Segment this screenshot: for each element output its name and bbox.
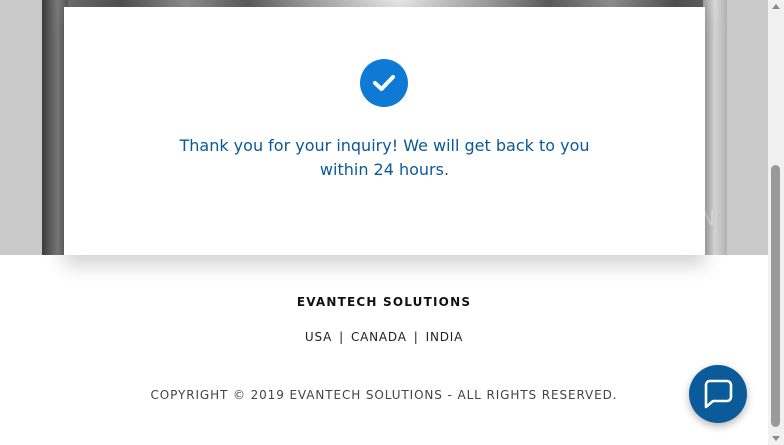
confirmation-message: Thank you for your inquiry! We will get … [179,136,590,179]
chat-launcher-button[interactable] [689,365,747,423]
region-usa: USA [304,330,333,344]
scrollbar-thumb[interactable] [771,165,780,427]
region-canada: CANADA [350,330,407,344]
confirmation-modal: Thank you for your inquiry! We will get … [64,7,705,255]
footer-copyright: COPYRIGHT © 2019 EVANTECH SOLUTIONS - AL… [150,388,618,402]
chat-bubble-icon [704,379,733,409]
region-separator: | [413,330,419,344]
scroll-up-arrow-icon[interactable] [768,0,784,14]
region-india: INDIA [425,330,464,344]
scroll-down-arrow-icon[interactable] [768,431,784,445]
page: N Thank you for your inquiry! We will ge… [0,0,784,445]
footer-brand: EVANTECH SOLUTIONS [296,295,472,309]
checkmark-icon [373,75,395,91]
footer-regions: USA | CANADA | INDIA [0,330,768,344]
vertical-scrollbar[interactable] [768,0,784,445]
check-circle-icon [360,59,408,107]
region-separator: | [339,330,344,344]
